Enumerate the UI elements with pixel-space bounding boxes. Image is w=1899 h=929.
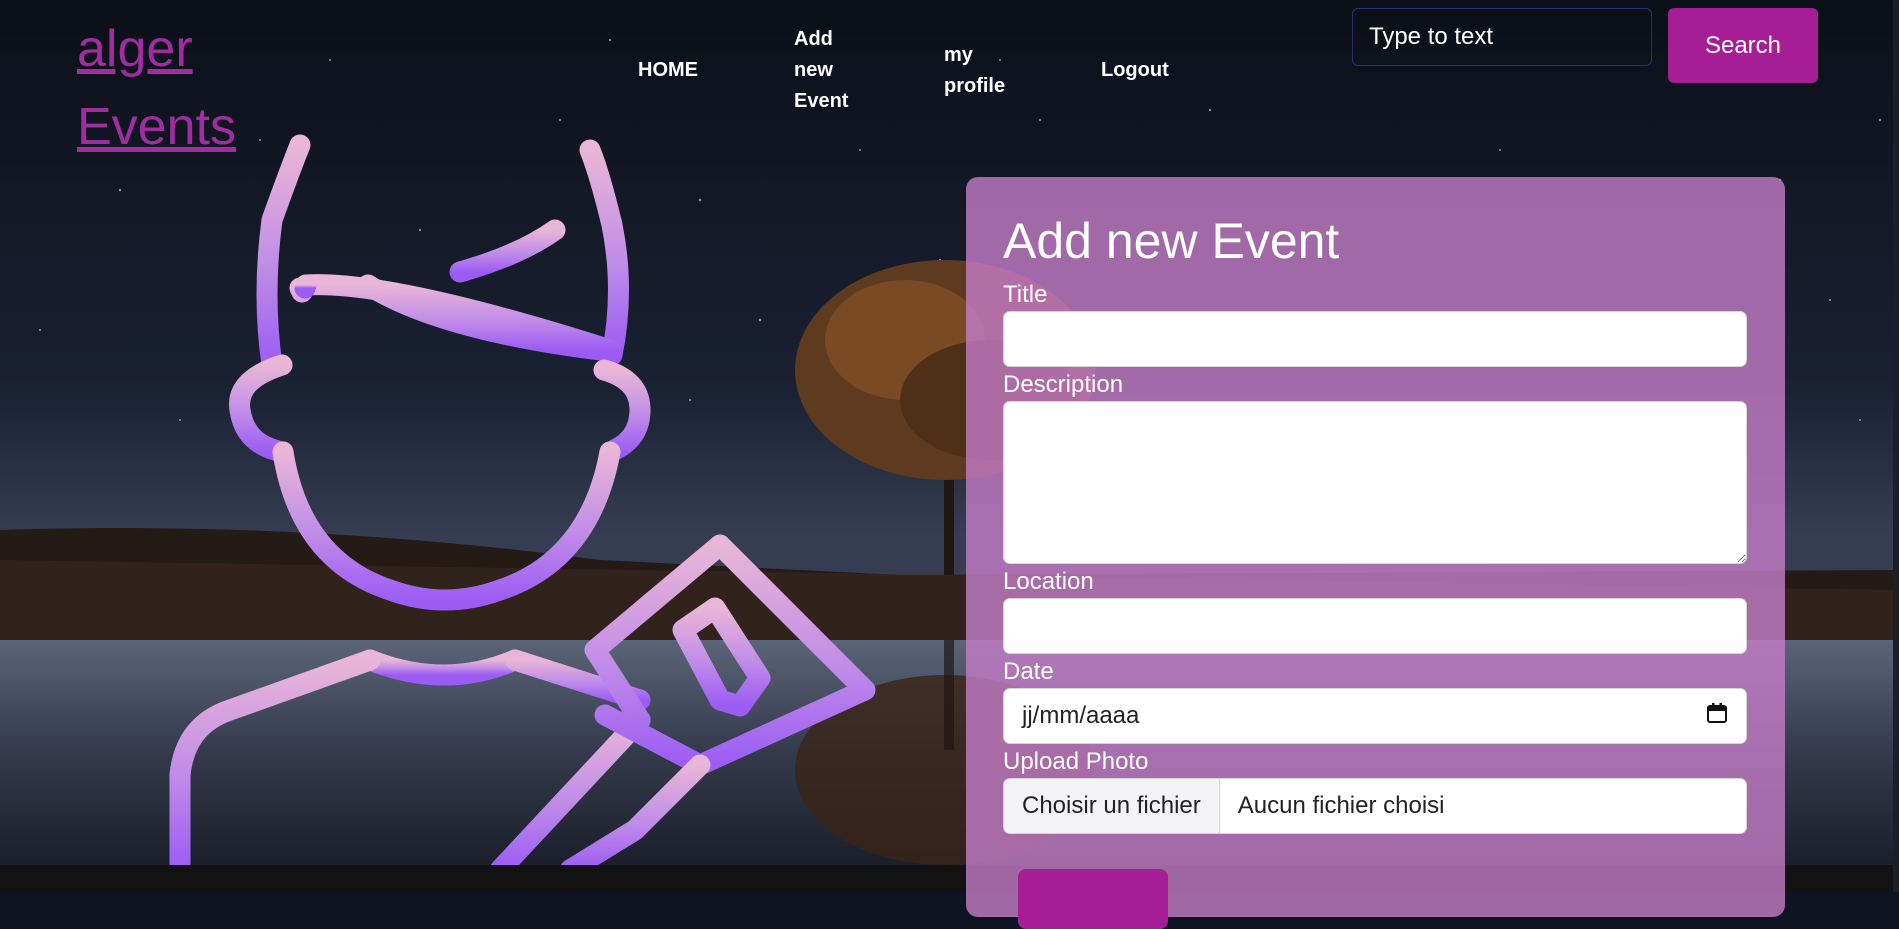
- file-status-text: Aucun fichier choisi: [1237, 792, 1445, 819]
- file-upload-input[interactable]: Choisir un fichier Aucun fichier choisi: [1003, 778, 1747, 834]
- nav-add-event[interactable]: Add new Event: [794, 24, 864, 117]
- nav-my-profile-line1: my: [944, 44, 973, 66]
- date-input[interactable]: jj/mm/aaaa: [1003, 688, 1747, 744]
- nav-add-event-line1: Add: [794, 28, 833, 50]
- brand-logo[interactable]: alger Events: [77, 10, 277, 166]
- nav-add-event-line2: new: [794, 59, 833, 81]
- date-placeholder: jj/mm/aaaa: [1022, 702, 1140, 729]
- search-button[interactable]: Search: [1668, 8, 1818, 83]
- nav-my-profile-line2: profile: [944, 75, 1006, 97]
- location-label: Location: [1003, 568, 1094, 595]
- description-label: Description: [1003, 371, 1124, 398]
- calendar-icon[interactable]: [1706, 702, 1728, 731]
- upload-photo-label: Upload Photo: [1003, 748, 1149, 775]
- description-textarea[interactable]: [1003, 401, 1747, 564]
- nav-my-profile[interactable]: my profile: [944, 40, 1024, 102]
- submit-button[interactable]: [1018, 869, 1168, 929]
- search-input[interactable]: [1352, 8, 1652, 66]
- date-label: Date: [1003, 658, 1054, 685]
- add-event-card: Add new Event Title Description Location…: [966, 177, 1785, 929]
- location-input[interactable]: [1003, 598, 1747, 654]
- title-label: Title: [1003, 281, 1048, 308]
- scrollbar[interactable]: [1893, 0, 1899, 892]
- brand-link-line2[interactable]: Events: [77, 88, 277, 166]
- title-input[interactable]: [1003, 311, 1747, 367]
- form-heading: Add new Event: [1003, 213, 1340, 269]
- brand-link-line1[interactable]: alger: [77, 10, 277, 88]
- nav-logout[interactable]: Logout: [1101, 55, 1169, 86]
- nav-home[interactable]: HOME: [638, 55, 698, 86]
- choose-file-button[interactable]: Choisir un fichier: [1004, 779, 1220, 833]
- nav-add-event-line3: Event: [794, 90, 849, 112]
